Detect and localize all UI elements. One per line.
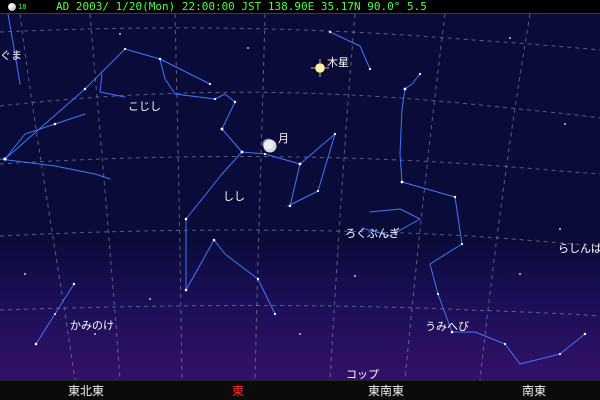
moon-age: 18 xyxy=(18,3,27,11)
status-bar: 18 AD 2003/ 1/20(Mon) 22:00:00 JST 138.9… xyxy=(0,0,600,14)
constellation-lines xyxy=(0,14,586,365)
label-koppu-partial: コップ xyxy=(346,368,379,380)
label-umihebi: うみへび xyxy=(425,320,469,333)
label-kaminoke: かみのけ xyxy=(70,319,114,332)
direction-ese: 東南東 xyxy=(368,384,405,398)
moon-marker[interactable] xyxy=(262,138,277,153)
label-rokubungi: ろくぶんぎ xyxy=(345,226,400,240)
direction-se: 南東 xyxy=(522,384,547,398)
moon-phase-icon xyxy=(8,3,16,11)
stars xyxy=(3,30,587,356)
bottom-direction-bar: 東北東 東 東南東 南東 xyxy=(0,380,600,400)
label-koguma-partial: ぐま xyxy=(0,49,22,62)
label-rashinban-partial: らしんば xyxy=(558,242,600,255)
label-shishi: しし xyxy=(223,190,245,203)
label-kojishi: こじし xyxy=(128,100,161,113)
label-tsuki: 月 xyxy=(278,132,289,145)
direction-e: 東 xyxy=(232,384,245,398)
label-mokusei: 木星 xyxy=(327,56,349,69)
status-text: AD 2003/ 1/20(Mon) 22:00:00 JST 138.90E … xyxy=(56,0,427,13)
direction-ene: 東北東 xyxy=(68,384,105,398)
star-map[interactable]: ぐま こじし しし ろくぶんぎ らしんば かみのけ うみへび コップ 月 木星 xyxy=(0,14,600,380)
